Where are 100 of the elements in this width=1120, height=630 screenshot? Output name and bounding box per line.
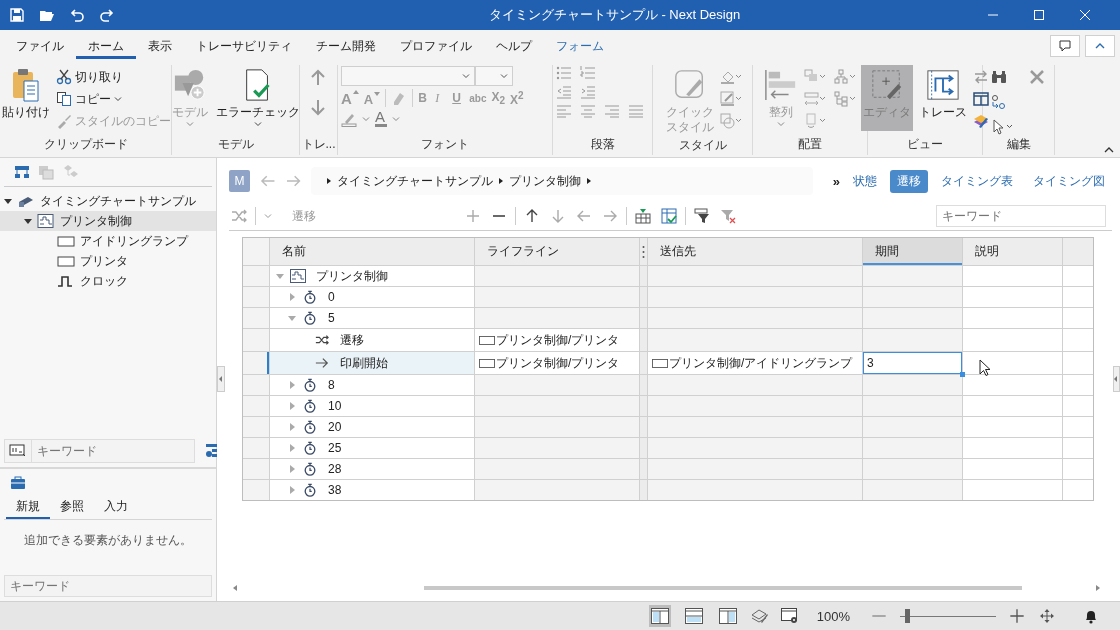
insert-row-icon[interactable]	[635, 208, 651, 224]
scrollbar-thumb[interactable]	[424, 586, 1022, 590]
font-name-dropdown[interactable]	[341, 66, 475, 86]
save-icon[interactable]	[9, 7, 25, 23]
toolbox-tab[interactable]: 新規	[6, 495, 50, 519]
rotate-icon[interactable]	[804, 113, 826, 129]
row-header-cell[interactable]	[243, 459, 270, 479]
layout-button[interactable]	[682, 605, 705, 627]
table-cell[interactable]	[475, 459, 640, 479]
caret-icon[interactable]	[362, 114, 370, 123]
move-icon[interactable]	[1038, 608, 1056, 624]
hierarchy-view-icon[interactable]	[14, 164, 30, 180]
scroll-right-icon[interactable]	[1096, 585, 1100, 591]
search-field[interactable]: キーワード	[31, 439, 195, 463]
resize-handle[interactable]	[960, 372, 965, 377]
move-up-icon[interactable]	[309, 69, 327, 87]
undo-icon[interactable]	[69, 7, 85, 23]
settings-icon[interactable]	[780, 608, 799, 624]
column-splitter[interactable]	[640, 238, 648, 265]
table-cell[interactable]	[863, 396, 963, 416]
row-header-cell[interactable]	[243, 352, 270, 374]
zoom-in-icon[interactable]	[1008, 608, 1026, 624]
table-cell[interactable]	[648, 287, 863, 307]
row-header-cell[interactable]	[243, 329, 270, 351]
table-cell[interactable]: プリンタ制御	[270, 266, 475, 286]
numbered-list-icon[interactable]	[580, 65, 596, 81]
text-field-icon[interactable]	[4, 439, 31, 463]
table-cell[interactable]	[863, 375, 963, 395]
table-cell[interactable]	[475, 396, 640, 416]
trace-button[interactable]: トレース	[917, 65, 969, 131]
view-tab[interactable]: タイミング表	[934, 169, 1020, 193]
error-check-button[interactable]: エラーチェック	[213, 65, 302, 130]
ribbon-tab[interactable]: フォーム	[544, 33, 616, 59]
tree-item[interactable]: プリンタ制御	[0, 211, 216, 231]
arrow-up-icon[interactable]	[524, 208, 540, 224]
table-cell[interactable]	[475, 266, 640, 286]
row-header-cell[interactable]	[243, 375, 270, 395]
add-icon[interactable]	[465, 208, 481, 224]
arrow-down-icon[interactable]	[550, 208, 566, 224]
bullet-list-icon[interactable]	[556, 65, 572, 81]
row-header-cell[interactable]	[243, 308, 270, 328]
hierarchy-icon[interactable]	[834, 69, 856, 85]
row-header-cell[interactable]	[243, 417, 270, 437]
toolbox-tab[interactable]: 入力	[94, 495, 138, 519]
ribbon-tab[interactable]: チーム開発	[304, 33, 388, 59]
table-cell[interactable]	[648, 329, 863, 351]
line-style-icon[interactable]	[719, 91, 742, 107]
layout-button[interactable]	[648, 605, 671, 627]
column-header[interactable]: 期間	[863, 238, 963, 265]
layers-icon[interactable]	[750, 608, 769, 624]
scroll-left-icon[interactable]	[233, 585, 237, 591]
view-tab[interactable]: タイミング図	[1026, 169, 1112, 193]
table-cell[interactable]	[863, 480, 963, 500]
table-cell[interactable]	[475, 417, 640, 437]
table-cell[interactable]	[863, 459, 963, 479]
table-cell[interactable]: プリンタ制御/アイドリングランプ	[648, 352, 863, 374]
move-down-icon[interactable]	[309, 98, 327, 116]
outdent-icon[interactable]	[556, 84, 572, 100]
table-cell[interactable]	[863, 266, 963, 286]
row-header-cell[interactable]	[243, 396, 270, 416]
arrow-left-icon[interactable]	[576, 208, 592, 224]
stack-view-icon[interactable]	[38, 164, 54, 180]
collapse-ribbon-icon[interactable]	[1104, 147, 1114, 153]
tree-item[interactable]: アイドリングランプ	[0, 231, 216, 251]
grip-icon[interactable]	[642, 244, 645, 259]
expand-arrow-icon[interactable]	[24, 217, 32, 225]
row-header-cell[interactable]	[243, 287, 270, 307]
split-view-icon[interactable]	[973, 91, 989, 107]
table-cell[interactable]	[863, 287, 963, 307]
justify-icon[interactable]	[628, 103, 644, 119]
delete-icon[interactable]	[1028, 69, 1045, 85]
table-cell[interactable]	[863, 438, 963, 458]
select-pointer-icon[interactable]	[990, 119, 1013, 135]
column-header[interactable]: 名前	[270, 238, 475, 265]
copy-button[interactable]: コピー	[56, 89, 171, 109]
view-tab[interactable]: 遷移	[890, 169, 928, 193]
table-cell[interactable]: 3	[863, 352, 963, 374]
search-field[interactable]: キーワード	[4, 575, 212, 597]
replace-icon[interactable]	[990, 94, 1007, 110]
row-header-cell[interactable]	[243, 266, 270, 286]
caret-icon[interactable]	[392, 114, 400, 123]
comment-button[interactable]	[1050, 35, 1080, 57]
row-header-cell[interactable]	[243, 438, 270, 458]
table-cell[interactable]: 遷移	[270, 329, 475, 351]
table-cell[interactable]	[475, 438, 640, 458]
spacing-icon[interactable]	[804, 91, 826, 107]
effect-icon[interactable]	[719, 113, 742, 129]
clear-filter-icon[interactable]	[720, 208, 736, 224]
zoom-slider-thumb[interactable]	[904, 609, 910, 623]
table-cell[interactable]	[648, 459, 863, 479]
tree-item[interactable]: クロック	[0, 271, 216, 291]
table-cell[interactable]	[863, 308, 963, 328]
search-field[interactable]: キーワード	[936, 205, 1106, 227]
ribbon-tab[interactable]: トレーサビリティ	[184, 33, 304, 59]
overflow-button[interactable]: »	[832, 173, 840, 189]
caret-icon[interactable]	[264, 212, 272, 220]
back-icon[interactable]	[260, 173, 276, 189]
breadcrumb-item[interactable]: タイミングチャートサンプル	[337, 172, 494, 190]
pane-collapse-handle[interactable]	[1113, 366, 1120, 392]
table-cell[interactable]	[648, 396, 863, 416]
